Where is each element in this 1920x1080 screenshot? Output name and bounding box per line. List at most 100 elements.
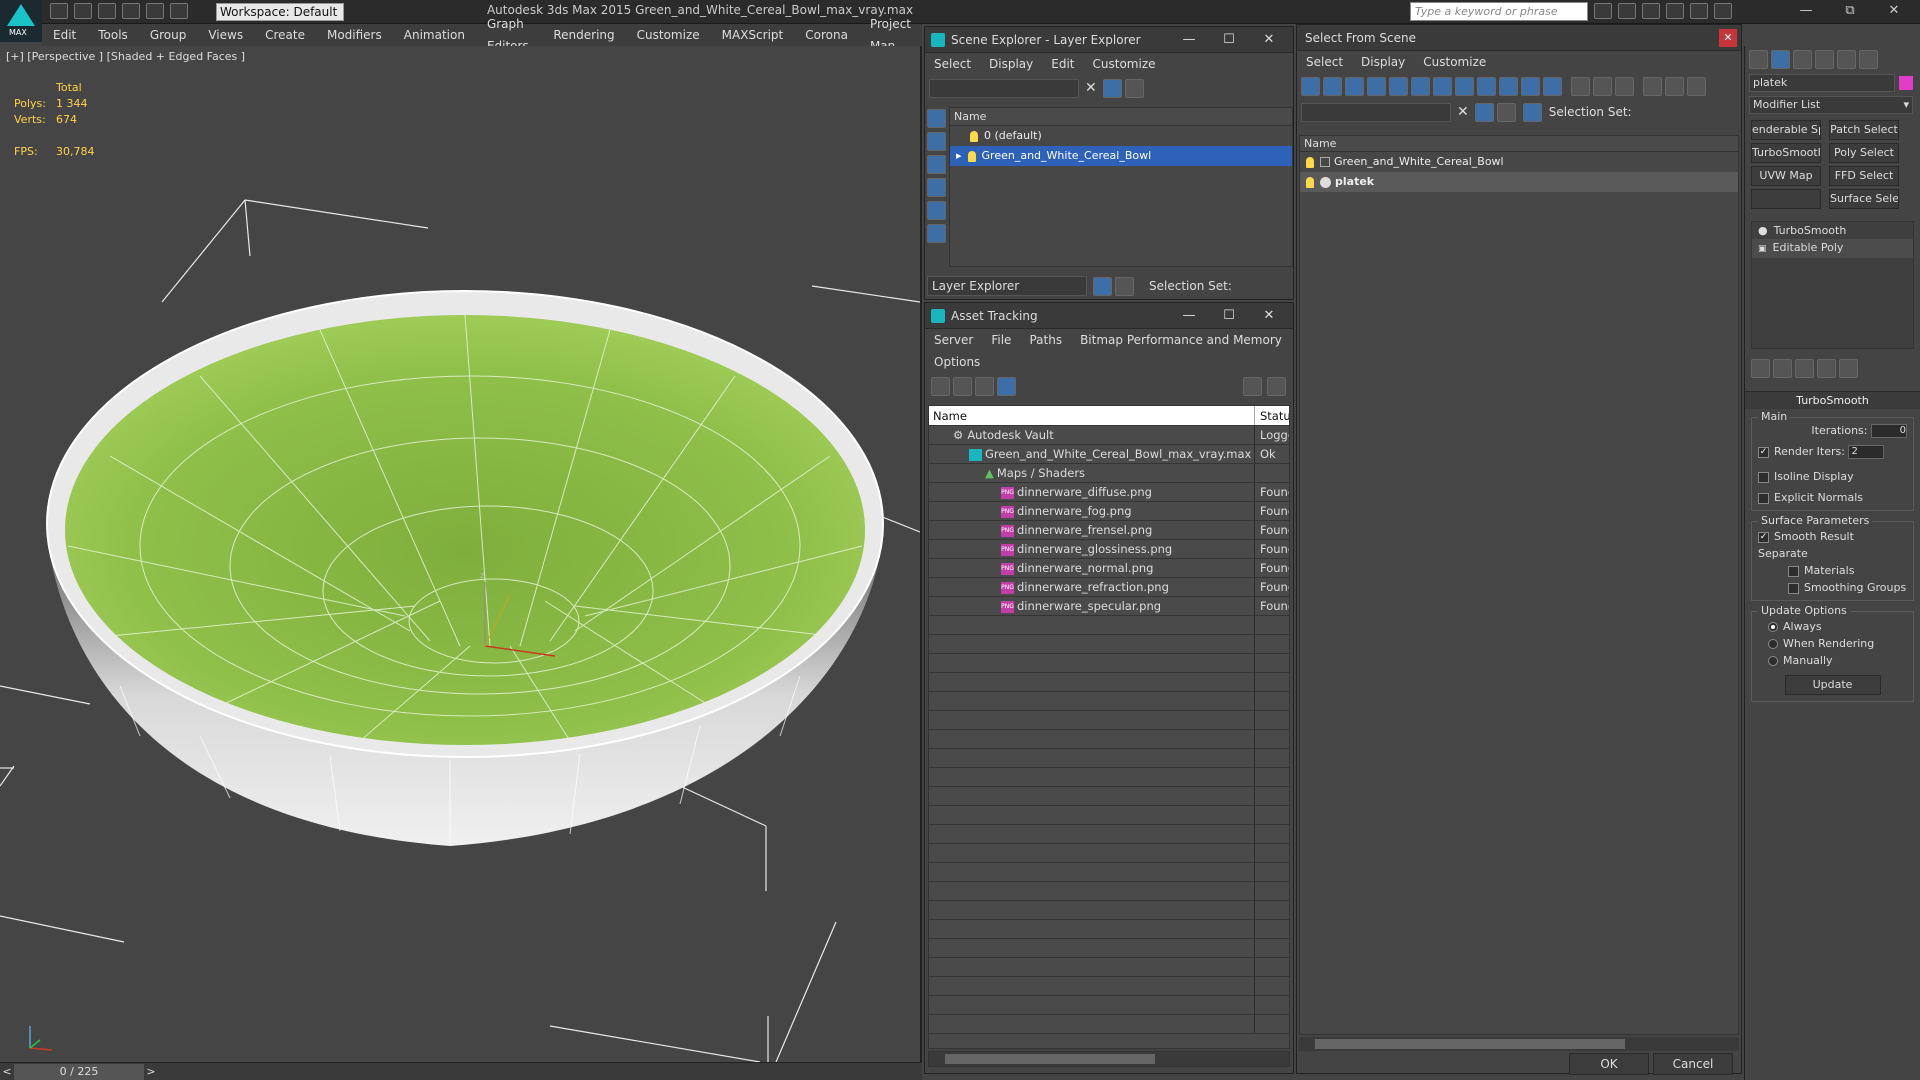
when-rendering-radio[interactable] — [1768, 639, 1778, 649]
table-row[interactable]: PNGdinnerware_glossiness.png Found — [929, 540, 1289, 559]
ffd-select-button[interactable]: FFD Select — [1829, 166, 1899, 186]
sfs-containers-icon[interactable] — [1499, 76, 1518, 96]
se-filter-icon[interactable] — [1102, 78, 1122, 98]
se-menu-display[interactable]: Display — [980, 53, 1042, 75]
se-menu-customize[interactable]: Customize — [1084, 53, 1165, 75]
time-slider[interactable]: < 0 / 225 > — [0, 1062, 922, 1080]
stack-item[interactable]: ▣ Editable Poly — [1752, 239, 1913, 258]
sfs-hidden-icon[interactable] — [1543, 76, 1562, 96]
se-shapes-icon[interactable] — [927, 132, 946, 151]
close-x-icon[interactable] — [1690, 3, 1708, 19]
table-row[interactable]: PNGdinnerware_diffuse.png Found — [929, 483, 1289, 502]
at-horizontal-scrollbar[interactable] — [928, 1051, 1290, 1067]
sfs-hierarchy-icon[interactable] — [1665, 76, 1684, 96]
menu-tools[interactable]: Tools — [87, 24, 139, 46]
table-row[interactable]: PNGdinnerware_fog.png Found — [929, 502, 1289, 521]
turbosmooth-rollout-title[interactable]: TurboSmooth — [1745, 391, 1920, 409]
sfs-collapse-icon[interactable] — [1687, 76, 1706, 96]
smooth-result-checkbox[interactable]: ✓ — [1758, 531, 1769, 543]
sfs-menu-customize[interactable]: Customize — [1414, 51, 1495, 73]
se-spacewarps-icon[interactable] — [927, 224, 946, 243]
menu-edit[interactable]: Edit — [42, 24, 87, 46]
menu-maxscript[interactable]: MAXScript — [711, 24, 795, 46]
close-icon[interactable]: ✕ — [1872, 0, 1916, 22]
table-row[interactable]: PNGdinnerware_specular.png Found — [929, 597, 1289, 616]
sfs-close-icon[interactable]: ✕ — [1719, 29, 1737, 47]
se-hierarchy-icon[interactable] — [1115, 276, 1134, 296]
object-name-input[interactable]: platek — [1749, 74, 1895, 92]
at-menu-file[interactable]: File — [982, 329, 1020, 351]
scene-explorer-title-bar[interactable]: Scene Explorer - Layer Explorer — ☐ ✕ — [925, 27, 1293, 53]
app-logo[interactable]: MAX — [0, 0, 42, 42]
se-lights-icon[interactable] — [927, 155, 946, 174]
sfs-frozen-icon[interactable] — [1521, 76, 1540, 96]
sfs-filter-icon[interactable] — [1643, 76, 1662, 96]
turbosmooth-button[interactable]: TurboSmooth — [1751, 143, 1821, 163]
search-input[interactable]: Type a keyword or phrase — [1410, 2, 1588, 21]
hierarchy-tab-icon[interactable] — [1793, 49, 1812, 69]
poly-select-button[interactable]: Poly Select — [1829, 143, 1899, 163]
menu-corona[interactable]: Corona — [794, 24, 859, 46]
table-row[interactable]: Green_and_White_Cereal_Bowl_max_vray.max… — [929, 445, 1289, 464]
perspective-viewport[interactable]: [+] [Perspective ] [Shaded + Edged Faces… — [0, 46, 922, 1062]
bulb-icon[interactable] — [970, 130, 978, 142]
isoline-checkbox[interactable] — [1758, 471, 1769, 483]
sfs-selset-icon[interactable] — [1522, 102, 1542, 122]
at-menu-options[interactable]: Options — [925, 351, 989, 373]
render-iters-checkbox[interactable]: ✓ — [1758, 446, 1769, 458]
scene-explorer-minimize-icon[interactable]: — — [1169, 27, 1209, 53]
sfs-column-name[interactable]: Name — [1300, 136, 1738, 152]
motion-tab-icon[interactable] — [1815, 49, 1834, 69]
tree-row[interactable]: ▸ Green_and_White_Cereal_Bowl — [950, 146, 1292, 166]
se-clear-icon[interactable]: ✕ — [1085, 80, 1097, 96]
menu-customize[interactable]: Customize — [626, 24, 711, 46]
sfs-find-input[interactable] — [1301, 102, 1451, 122]
sfs-groups-icon[interactable] — [1433, 76, 1452, 96]
se-geometry-icon[interactable] — [927, 109, 946, 128]
at-menu-bitmap-performance[interactable]: Bitmap Performance and Memory — [1071, 329, 1291, 351]
restore-icon[interactable]: ⧉ — [1828, 0, 1872, 22]
update-button[interactable]: Update — [1784, 675, 1881, 695]
sfs-helpers-icon[interactable] — [1389, 76, 1408, 96]
menu-group[interactable]: Group — [139, 24, 198, 46]
table-row[interactable]: PNGdinnerware_normal.png Found — [929, 559, 1289, 578]
bulb-icon[interactable] — [1306, 176, 1314, 188]
menu-animation[interactable]: Animation — [393, 24, 476, 46]
at-list-icon[interactable] — [953, 376, 972, 396]
sfs-scroll-thumb[interactable] — [1315, 1039, 1625, 1049]
sfs-layers-icon[interactable] — [1496, 102, 1516, 122]
menu-rendering[interactable]: Rendering — [542, 24, 625, 46]
sfs-xrefs-icon[interactable] — [1455, 76, 1474, 96]
explicit-normals-checkbox[interactable] — [1758, 492, 1769, 504]
renderable-spline-button[interactable]: enderable Spli — [1751, 120, 1821, 140]
asset-tracking-title-bar[interactable]: Asset Tracking — ☐ ✕ — [925, 303, 1293, 329]
table-row[interactable]: PNGdinnerware_frensel.png Found — [929, 521, 1289, 540]
se-layers-icon[interactable] — [1093, 276, 1112, 296]
tree-row[interactable]: 0 (default) — [950, 126, 1292, 146]
cancel-button[interactable]: Cancel — [1653, 1053, 1733, 1075]
bulb-icon[interactable] — [967, 150, 976, 162]
stack-item[interactable]: ● TurboSmooth — [1752, 222, 1913, 239]
create-tab-icon[interactable] — [1749, 49, 1768, 69]
configure-modifier-sets-icon[interactable] — [1839, 358, 1858, 378]
lightbulb-icon[interactable]: ● — [1758, 224, 1768, 237]
se-menu-edit[interactable]: Edit — [1042, 53, 1083, 75]
table-row[interactable]: ▲ Maps / Shaders — [929, 464, 1289, 483]
at-minimize-icon[interactable]: — — [1169, 303, 1209, 329]
at-menu-server[interactable]: Server — [925, 329, 982, 351]
list-item[interactable]: Green_and_White_Cereal_Bowl — [1300, 152, 1738, 172]
se-menu-select[interactable]: Select — [925, 53, 980, 75]
utilities-tab-icon[interactable] — [1859, 49, 1878, 69]
surface-select-button[interactable]: Surface Select — [1829, 189, 1899, 209]
sfs-geometry-icon[interactable] — [1301, 76, 1320, 96]
ok-button[interactable]: OK — [1569, 1053, 1649, 1075]
sfs-horizontal-scrollbar[interactable] — [1299, 1037, 1739, 1051]
pin-stack-icon[interactable] — [1751, 358, 1770, 378]
scene-explorer-close-icon[interactable]: ✕ — [1249, 27, 1289, 53]
at-column-name[interactable]: Name — [929, 406, 1255, 425]
modifier-list-dropdown[interactable]: Modifier List ▾ — [1749, 96, 1913, 114]
se-cameras-icon[interactable] — [927, 178, 946, 197]
at-tree-icon[interactable] — [975, 376, 994, 396]
table-row[interactable]: ⚙Autodesk Vault Logged — [929, 426, 1289, 445]
binoculars-icon[interactable] — [1594, 3, 1612, 19]
